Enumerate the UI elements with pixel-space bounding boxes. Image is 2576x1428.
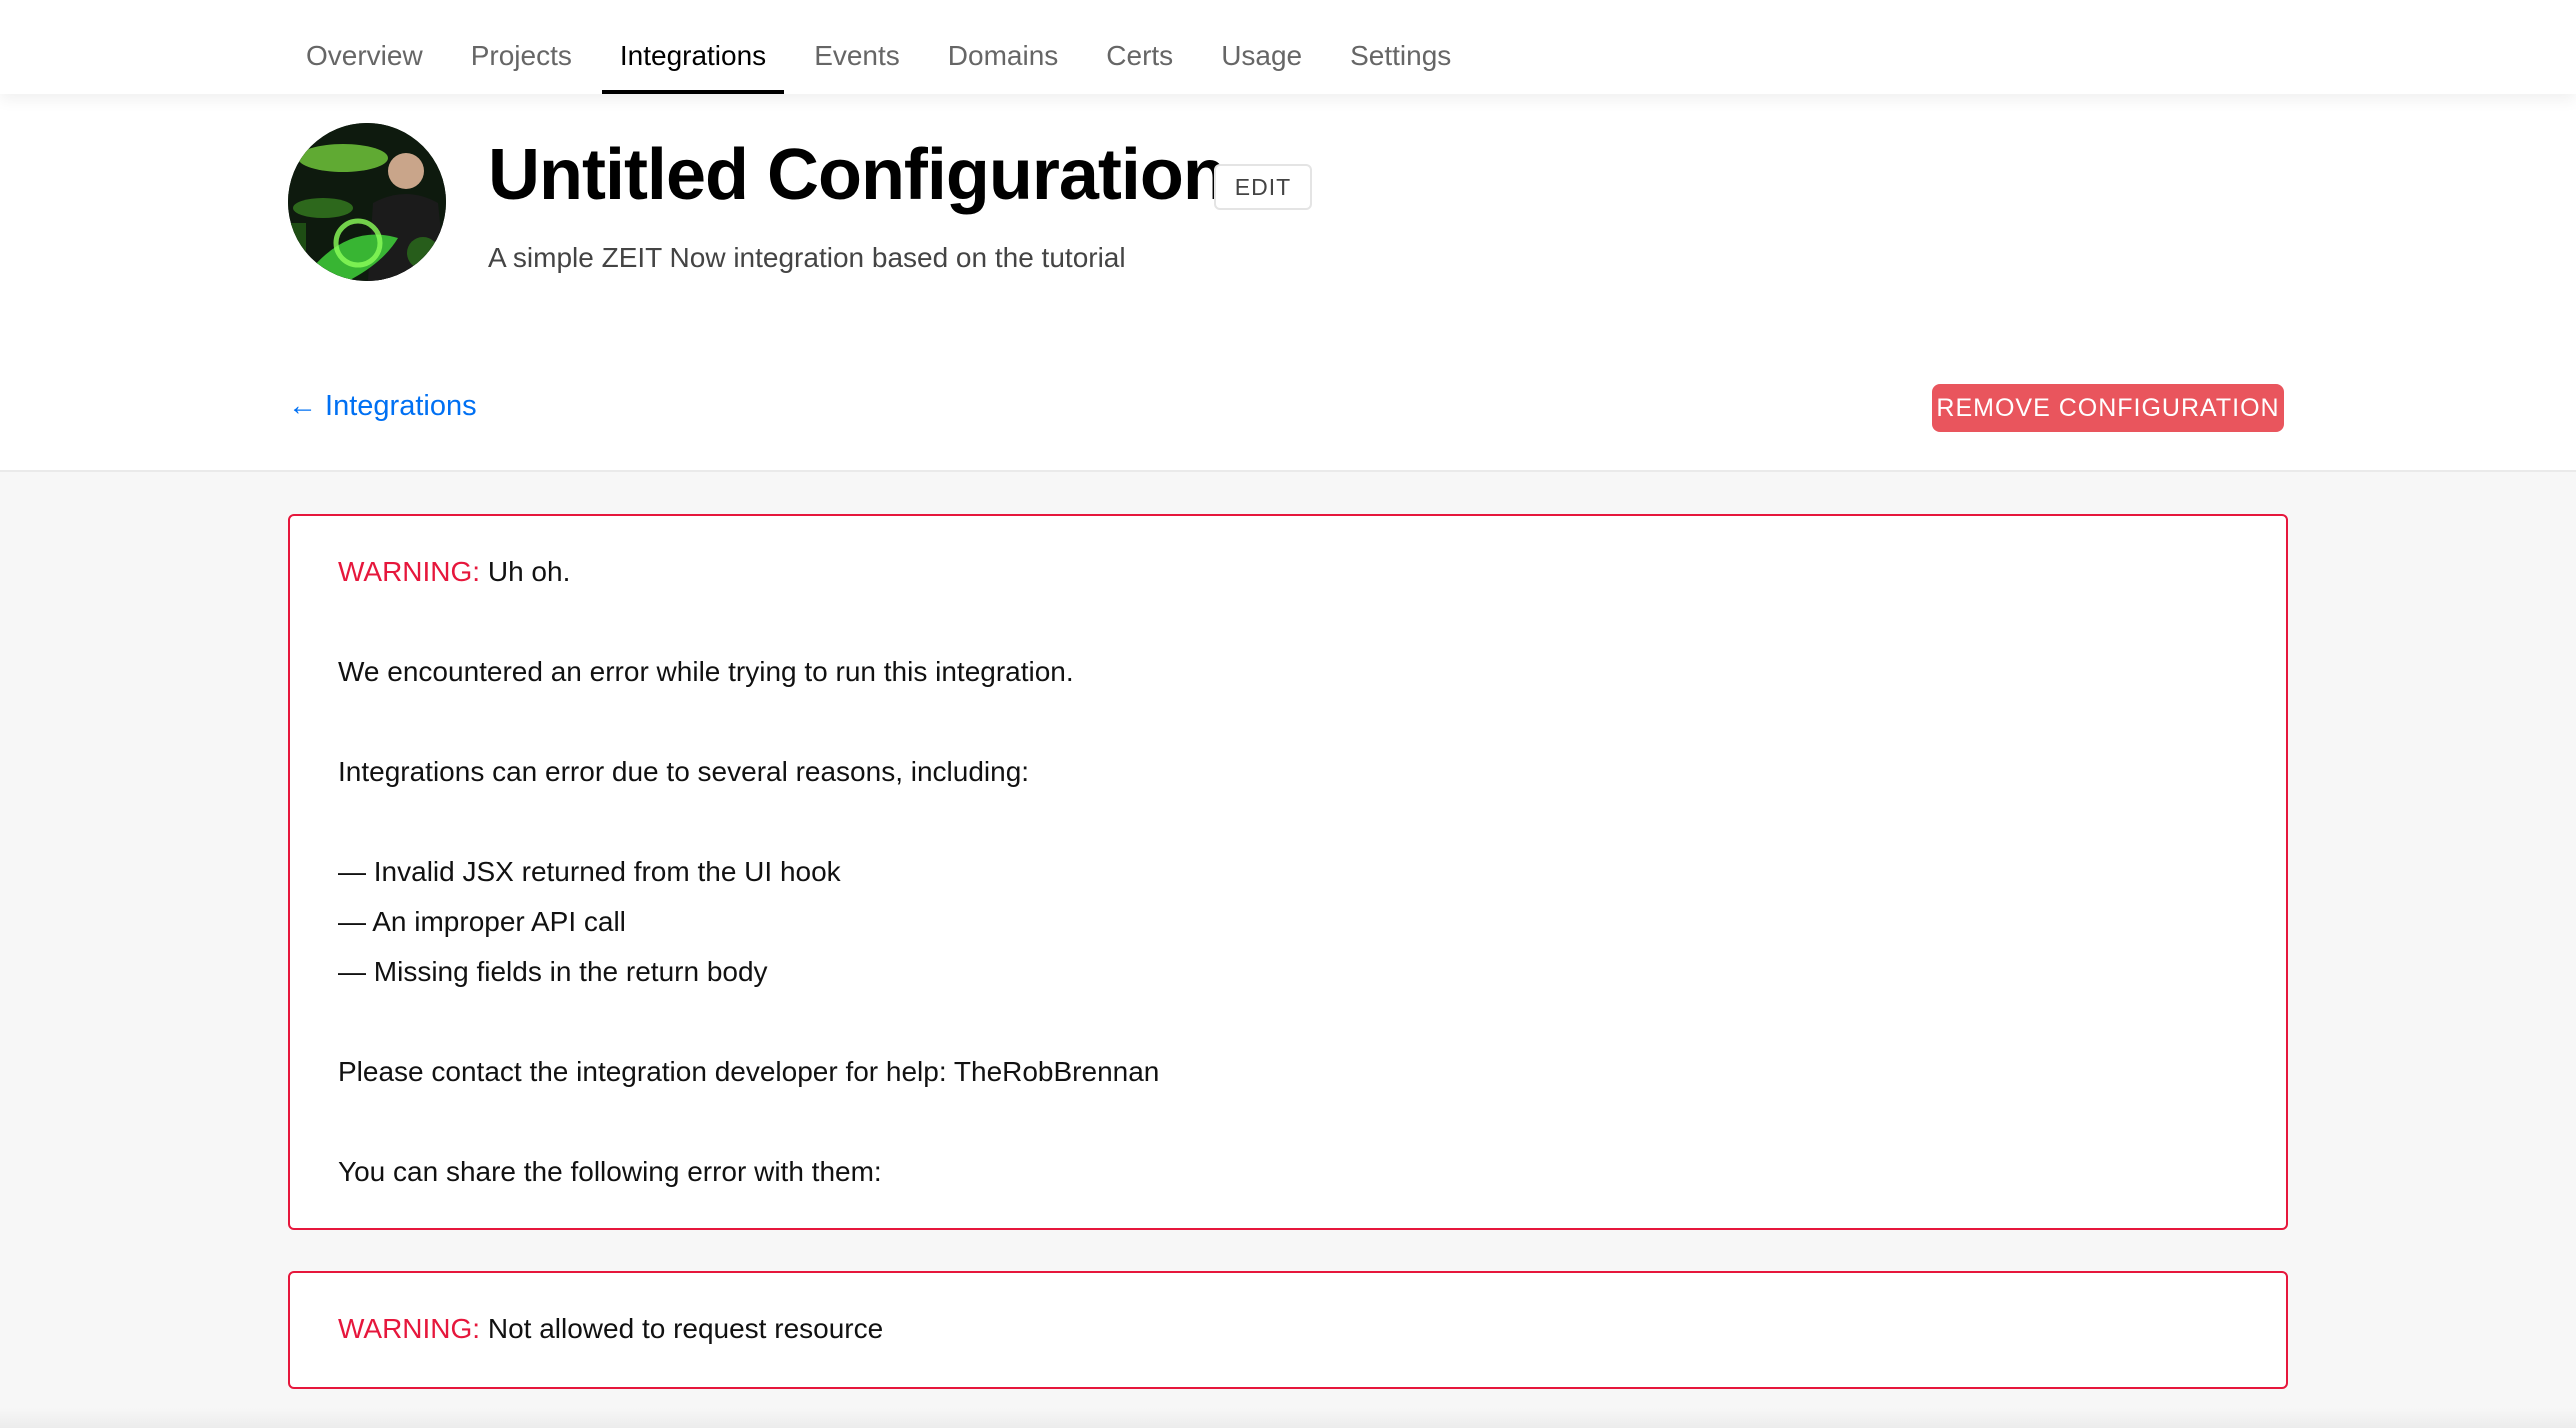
avatar-image: [288, 123, 446, 281]
tab-overview[interactable]: Overview: [282, 0, 447, 94]
warning-label: WARNING:: [338, 1313, 481, 1344]
page-bottom-edge: [0, 1408, 2576, 1428]
edit-button[interactable]: EDIT: [1214, 164, 1312, 210]
tab-settings[interactable]: Settings: [1326, 0, 1475, 94]
remove-configuration-button[interactable]: REMOVE CONFIGURATION: [1932, 384, 2284, 432]
warning-label: WARNING:: [338, 556, 481, 587]
reason-item: — An improper API call: [338, 906, 626, 937]
error-warning-box: WARNING: Uh oh. We encountered an error …: [288, 514, 2288, 1230]
tab-projects[interactable]: Projects: [447, 0, 596, 94]
page-title: Untitled Configuration: [488, 135, 1227, 215]
page-subtitle: A simple ZEIT Now integration based on t…: [488, 242, 1126, 273]
resource-warning-text: WARNING: Not allowed to request resource: [338, 1313, 883, 1345]
warning-heading-text: Uh oh.: [480, 556, 571, 587]
configuration-header: Untitled Configuration EDIT A simple ZEI…: [0, 94, 2576, 472]
top-navigation: Overview Projects Integrations Events Do…: [0, 0, 2576, 94]
avatar: [288, 123, 446, 281]
tab-events[interactable]: Events: [790, 0, 924, 94]
reasons-intro: Integrations can error due to several re…: [338, 756, 1030, 787]
nav-tabs: Overview Projects Integrations Events Do…: [282, 0, 1475, 94]
tab-integrations[interactable]: Integrations: [596, 0, 790, 94]
reason-item: — Missing fields in the return body: [338, 956, 768, 987]
tab-usage[interactable]: Usage: [1197, 0, 1326, 94]
tab-certs[interactable]: Certs: [1082, 0, 1197, 94]
back-to-integrations-link[interactable]: ← Integrations: [288, 390, 477, 423]
resource-warning-message: Not allowed to request resource: [480, 1313, 884, 1344]
error-description: We encountered an error while trying to …: [338, 656, 1074, 687]
reason-item: — Invalid JSX returned from the UI hook: [338, 856, 841, 887]
tab-domains[interactable]: Domains: [924, 0, 1082, 94]
share-error-text: You can share the following error with t…: [338, 1156, 882, 1187]
resource-warning-box: WARNING: Not allowed to request resource: [288, 1271, 2288, 1389]
warning-heading: WARNING: Uh oh.: [338, 556, 570, 588]
contact-developer-text: Please contact the integration developer…: [338, 1056, 1160, 1087]
